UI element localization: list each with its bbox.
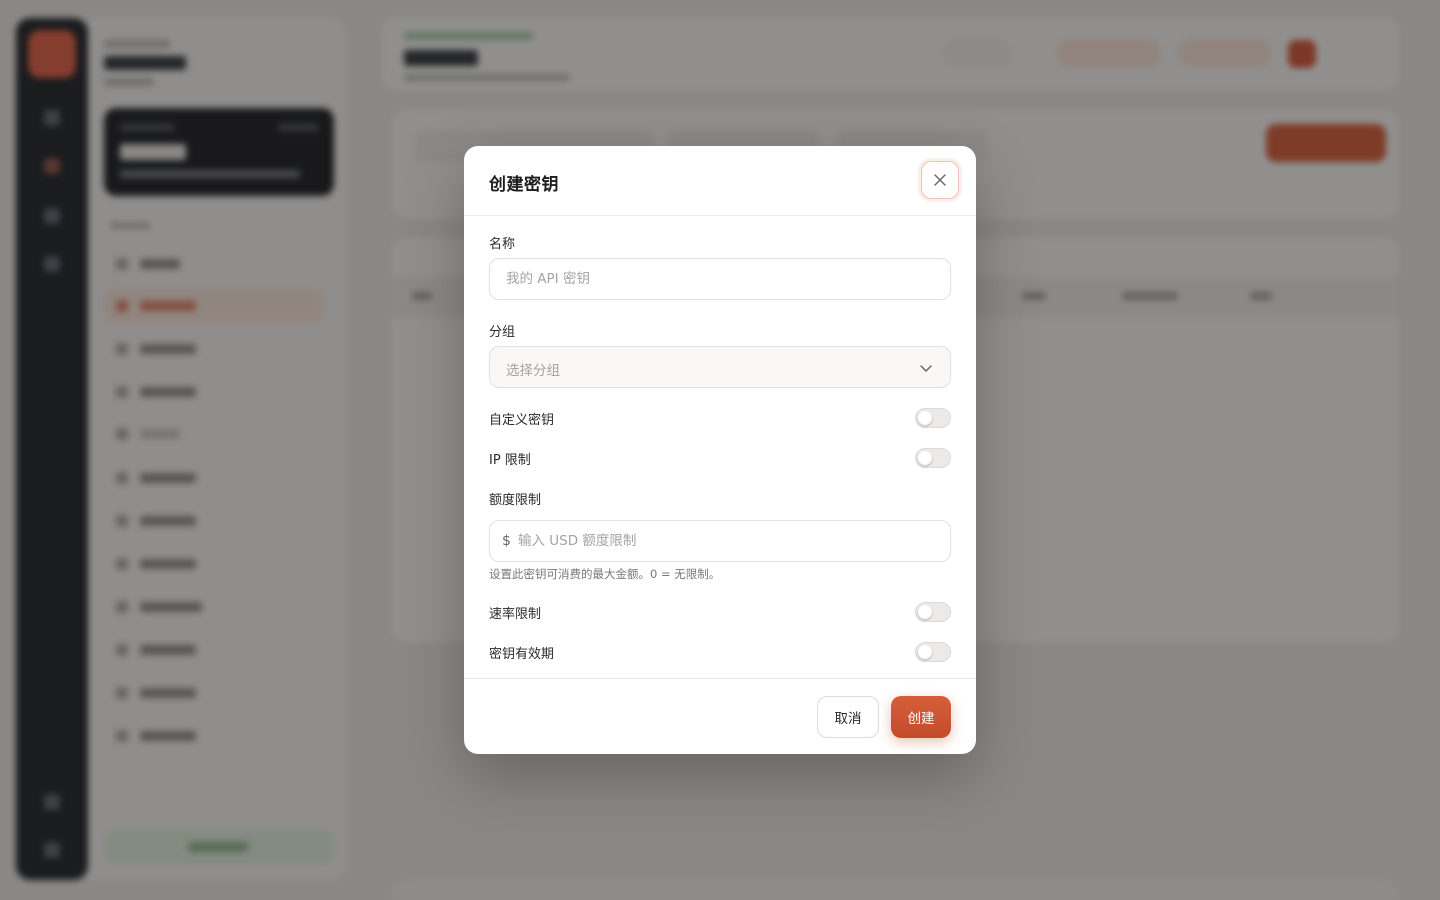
quota-field: $ <box>489 520 951 562</box>
cancel-button[interactable]: 取消 <box>817 696 879 738</box>
rate-limit-toggle[interactable] <box>915 602 951 622</box>
dollar-sign: $ <box>502 533 511 549</box>
rate-limit-label: 速率限制 <box>489 607 542 622</box>
name-input[interactable] <box>489 258 951 300</box>
dialog-title: 创建密钥 <box>489 175 559 195</box>
close-icon <box>934 174 946 186</box>
dialog-header: 创建密钥 <box>464 146 976 216</box>
group-select-value: 选择分组 <box>506 363 560 379</box>
dialog-footer: 取消 创建 <box>464 678 976 755</box>
create-button[interactable]: 创建 <box>891 696 951 738</box>
expiry-toggle[interactable] <box>915 642 951 662</box>
chevron-down-icon <box>920 365 932 372</box>
group-label: 分组 <box>489 325 516 340</box>
name-label: 名称 <box>489 237 516 252</box>
close-button[interactable] <box>921 161 959 199</box>
ip-limit-label: IP 限制 <box>489 453 531 468</box>
ip-limit-toggle[interactable] <box>915 448 951 468</box>
expiry-label: 密钥有效期 <box>489 647 555 662</box>
quota-label: 额度限制 <box>489 493 542 508</box>
custom-key-toggle[interactable] <box>915 408 951 428</box>
custom-key-label: 自定义密钥 <box>489 413 555 428</box>
group-select[interactable]: 选择分组 <box>489 346 951 388</box>
quota-input[interactable] <box>518 521 938 561</box>
create-key-dialog: 创建密钥 名称 分组 选择分组 自定义密钥 IP 限制 额度限制 $ 设置此密钥… <box>464 146 976 754</box>
quota-hint: 设置此密钥可消费的最大金额。0 = 无限制。 <box>489 567 721 581</box>
